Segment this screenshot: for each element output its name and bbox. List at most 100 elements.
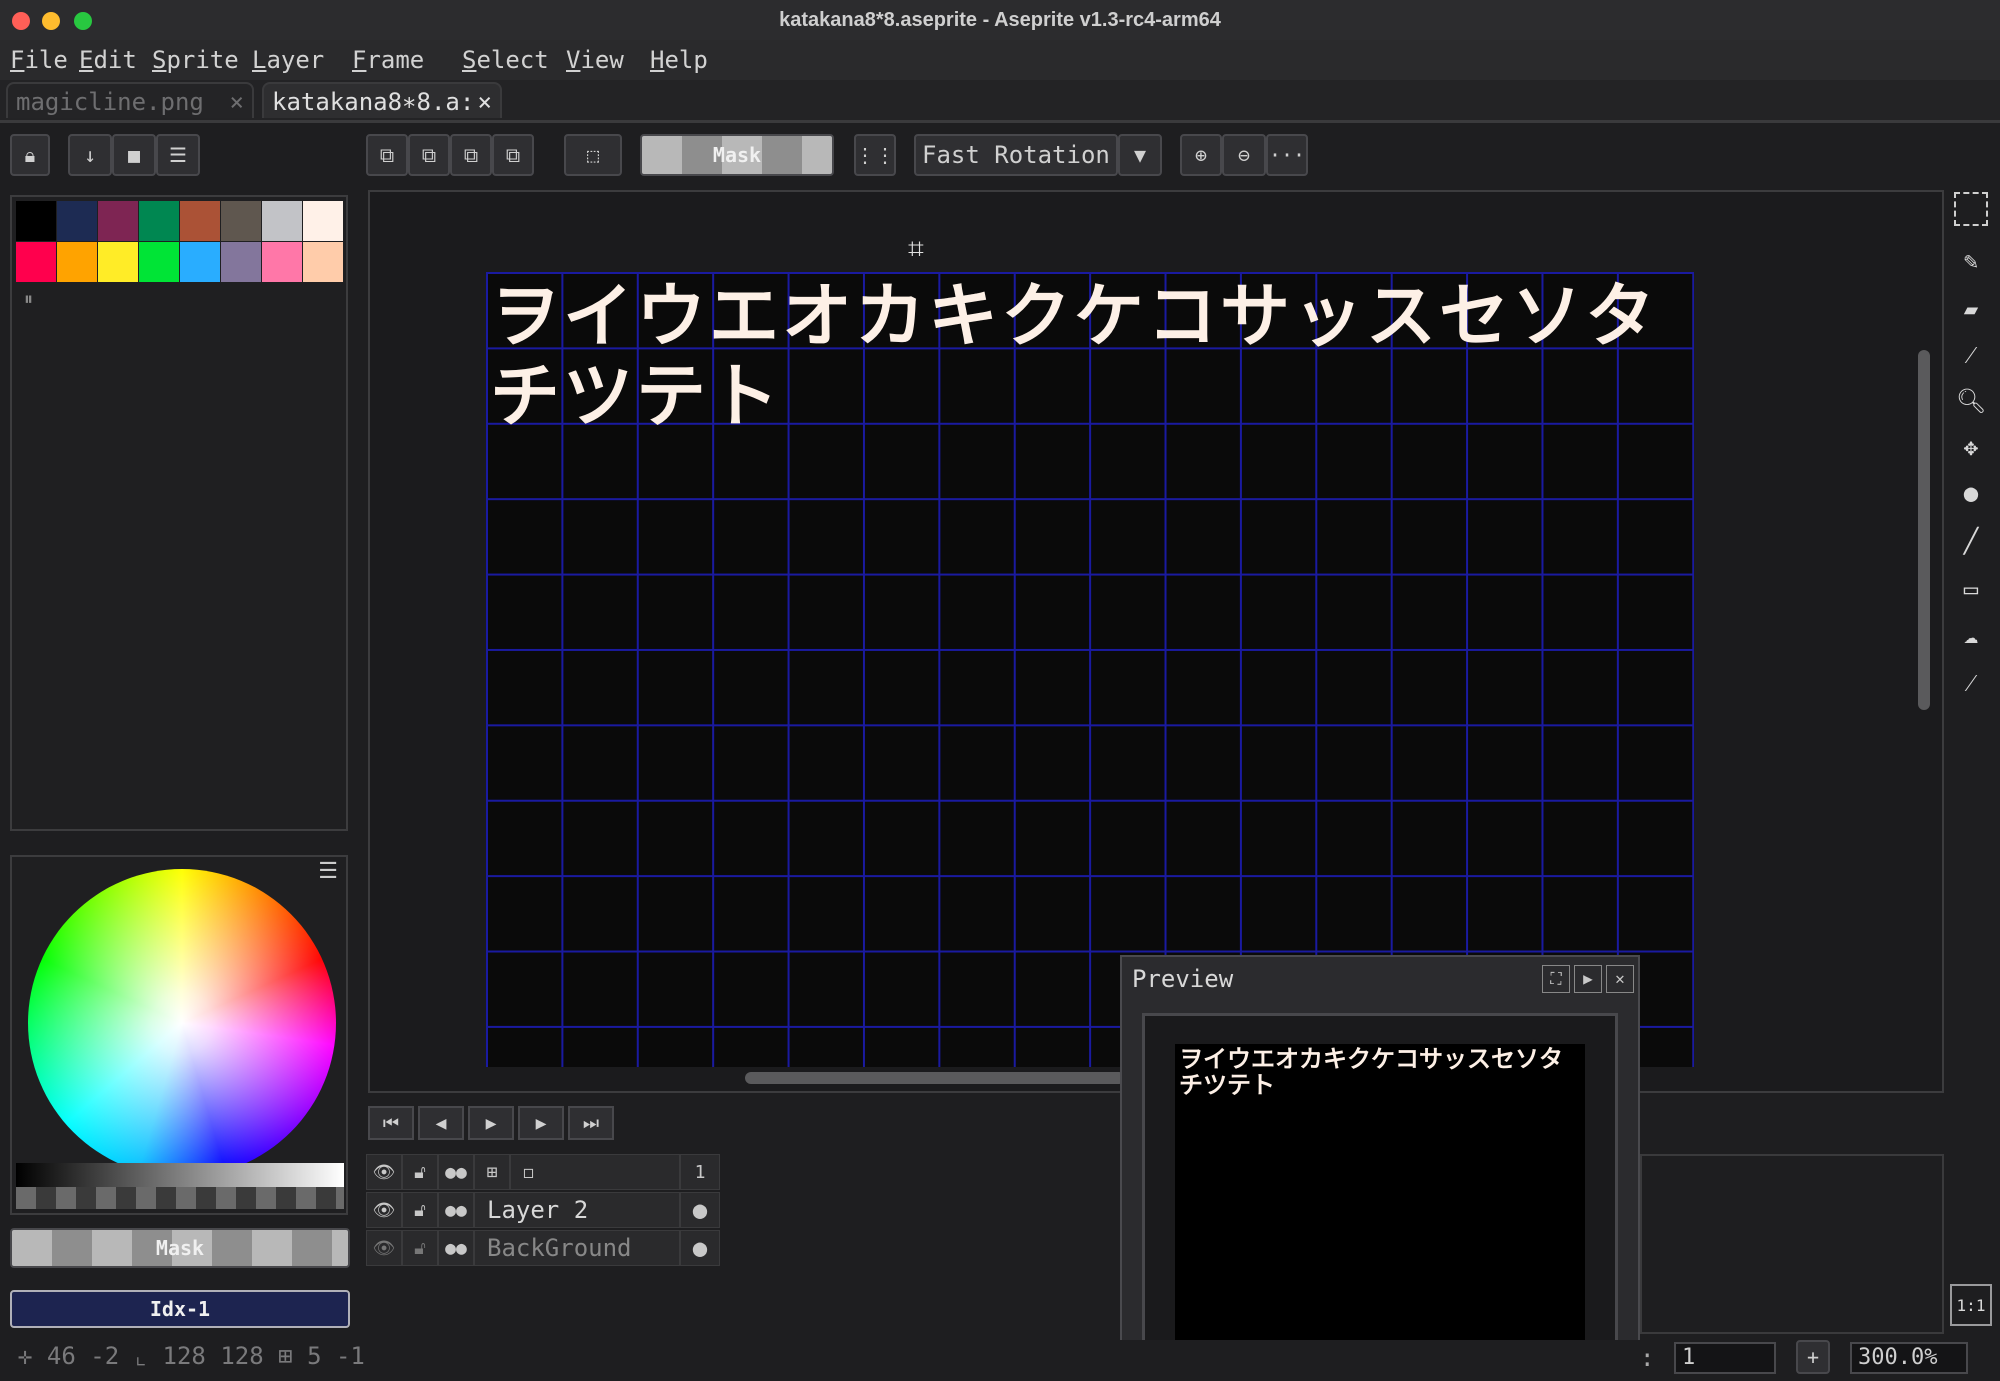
pencil-icon[interactable]: ✎ [1950, 240, 1992, 282]
palette-swatch[interactable] [139, 242, 179, 282]
layer-name[interactable]: Layer 2 [474, 1192, 680, 1228]
vertical-scrollbar[interactable] [1918, 350, 1930, 710]
preview-row-2: チツテト [1179, 1071, 1275, 1099]
color-index-button[interactable]: Idx-1 [10, 1290, 350, 1328]
rectangular-marquee-icon[interactable] [1954, 192, 1988, 226]
mask-color-button[interactable]: Mask [640, 134, 834, 176]
menu-icon[interactable]: ☰ [318, 859, 338, 884]
pivot-icon[interactable]: ⊕ [1180, 134, 1222, 176]
palette-swatch[interactable] [180, 201, 220, 241]
eyedropper-icon[interactable]: ⁄ [1950, 334, 1992, 376]
grayscale-bar[interactable] [16, 1163, 344, 1187]
menu-frame[interactable]: Frame [352, 46, 424, 74]
layer-name[interactable]: BackGround [474, 1230, 680, 1266]
palette-swatch[interactable] [303, 242, 343, 282]
menu-select[interactable]: Select [462, 46, 549, 74]
document-icon[interactable]: ■ [112, 134, 156, 176]
one-to-one-button[interactable]: 1:1 [1950, 1284, 1992, 1326]
lock-icon[interactable]: 🔓︎ [402, 1230, 438, 1266]
menu-help[interactable]: Help [650, 46, 708, 74]
last-frame-icon[interactable]: ⏭ [568, 1106, 614, 1140]
selection-replace-icon[interactable]: ⧉ [366, 134, 408, 176]
menu-edit[interactable]: Edit [79, 46, 137, 74]
grid-options-icon[interactable]: ⋮⋮ [854, 134, 896, 176]
play-icon[interactable]: ▶ [1574, 965, 1602, 993]
tab-katakana[interactable]: katakana8∗8.a: × [262, 82, 502, 118]
preview-canvas[interactable]: ヲイウエオカキクケコサッスセソタ チツテト [1175, 1044, 1585, 1352]
zoom-field[interactable]: 300.0% [1850, 1342, 1968, 1374]
cel-icon[interactable]: ● [680, 1230, 720, 1266]
play-icon[interactable]: ▶ [468, 1106, 514, 1140]
lock-icon[interactable]: 🔓︎ [402, 1154, 438, 1190]
eye-icon[interactable]: 👁︎ [366, 1230, 402, 1266]
palette-swatch[interactable] [98, 201, 138, 241]
menu-sprite[interactable]: Sprite [152, 46, 239, 74]
palette-swatch[interactable] [16, 242, 56, 282]
glyph-row-1: ヲイウエオカキクケコサッスセソタ [490, 275, 1658, 357]
download-icon[interactable]: ↓ [68, 134, 112, 176]
palette-swatch[interactable] [139, 201, 179, 241]
alpha-bar[interactable] [16, 1187, 344, 1209]
palette-handle[interactable]: ⏸ [24, 289, 33, 310]
palette-swatch[interactable] [262, 242, 302, 282]
palette-swatch[interactable] [16, 201, 56, 241]
lock-icon[interactable]: 🔒︎ [10, 134, 50, 176]
selection-intersect-icon[interactable]: ⧉ [492, 134, 534, 176]
paint-bucket-icon[interactable]: ● [1950, 472, 1992, 514]
previous-frame-icon[interactable]: ◀ [418, 1106, 464, 1140]
next-frame-icon[interactable]: ▶ [518, 1106, 564, 1140]
tab-label: katakana8∗8.a: [272, 88, 475, 116]
color-wheel[interactable] [28, 869, 336, 1177]
menu-file[interactable]: File [10, 46, 68, 74]
palette-swatch[interactable] [221, 201, 261, 241]
menu-layer[interactable]: Layer [252, 46, 324, 74]
glyph-row-2: チツテト [490, 355, 782, 437]
continuous-icon[interactable]: ●● [438, 1192, 474, 1228]
tree-icon[interactable]: ⊞ [474, 1154, 510, 1190]
selection-add-icon[interactable]: ⧉ [408, 134, 450, 176]
close-icon[interactable]: × [478, 84, 492, 120]
palette-swatch[interactable] [57, 201, 97, 241]
eye-icon[interactable]: 👁︎ [366, 1192, 402, 1228]
cel-icon[interactable]: ● [680, 1192, 720, 1228]
add-frame-button[interactable]: + [1796, 1340, 1830, 1374]
color-wheel-panel: ☰ [10, 855, 348, 1215]
jumble-icon[interactable]: ⁄ [1950, 662, 1992, 704]
rectangle-icon[interactable]: ▭ [1950, 568, 1992, 610]
more-options-button[interactable]: ··· [1266, 134, 1308, 176]
horizontal-scrollbar[interactable] [745, 1072, 1125, 1084]
preview-window[interactable]: Preview ⛶ ▶ ✕ ヲイウエオカキクケコサッスセソタ チツテト [1120, 955, 1640, 1381]
tab-magicline[interactable]: magicline.png × [6, 82, 254, 118]
frame-field[interactable]: 1 [1674, 1342, 1776, 1374]
frame-area[interactable] [1640, 1154, 1944, 1334]
blur-icon[interactable]: ☁ [1950, 614, 1992, 656]
line-icon[interactable]: ╱ [1950, 520, 1992, 562]
transform-icon[interactable]: ⊖ [1222, 134, 1266, 176]
first-frame-icon[interactable]: ⏮ [368, 1106, 414, 1140]
palette-swatch[interactable] [98, 242, 138, 282]
eraser-icon[interactable]: ▰ [1950, 288, 1992, 330]
eye-icon[interactable]: 👁︎ [366, 1154, 402, 1190]
palette-swatch[interactable] [221, 242, 261, 282]
fullscreen-icon[interactable]: ⛶ [1542, 965, 1570, 993]
palette-swatch[interactable] [303, 201, 343, 241]
palette-swatch[interactable] [57, 242, 97, 282]
rotation-algorithm-select[interactable]: Fast Rotation [914, 134, 1118, 176]
close-icon[interactable]: ✕ [1606, 965, 1634, 993]
continuous-icon[interactable]: ●● [438, 1154, 474, 1190]
selection-subtract-icon[interactable]: ⧉ [450, 134, 492, 176]
pixel-perfect-icon[interactable]: ⬚ [564, 134, 622, 176]
mask-color-bar[interactable]: Mask [10, 1228, 350, 1268]
palette-swatch[interactable] [262, 201, 302, 241]
move-icon[interactable]: ✥ [1950, 426, 1992, 468]
close-icon[interactable]: × [230, 84, 244, 120]
menu-bar: File Edit Sprite Layer Frame Select View… [0, 40, 2000, 80]
menu-icon[interactable]: ☰ [156, 134, 200, 176]
menu-view[interactable]: View [566, 46, 624, 74]
chevron-down-icon[interactable]: ▼ [1118, 134, 1162, 176]
lock-icon[interactable]: 🔓︎ [402, 1192, 438, 1228]
continuous-icon[interactable]: ●● [438, 1230, 474, 1266]
zoom-icon[interactable]: 🔍︎ [1950, 380, 1992, 422]
frame-header[interactable]: 1 [680, 1154, 720, 1190]
palette-swatch[interactable] [180, 242, 220, 282]
